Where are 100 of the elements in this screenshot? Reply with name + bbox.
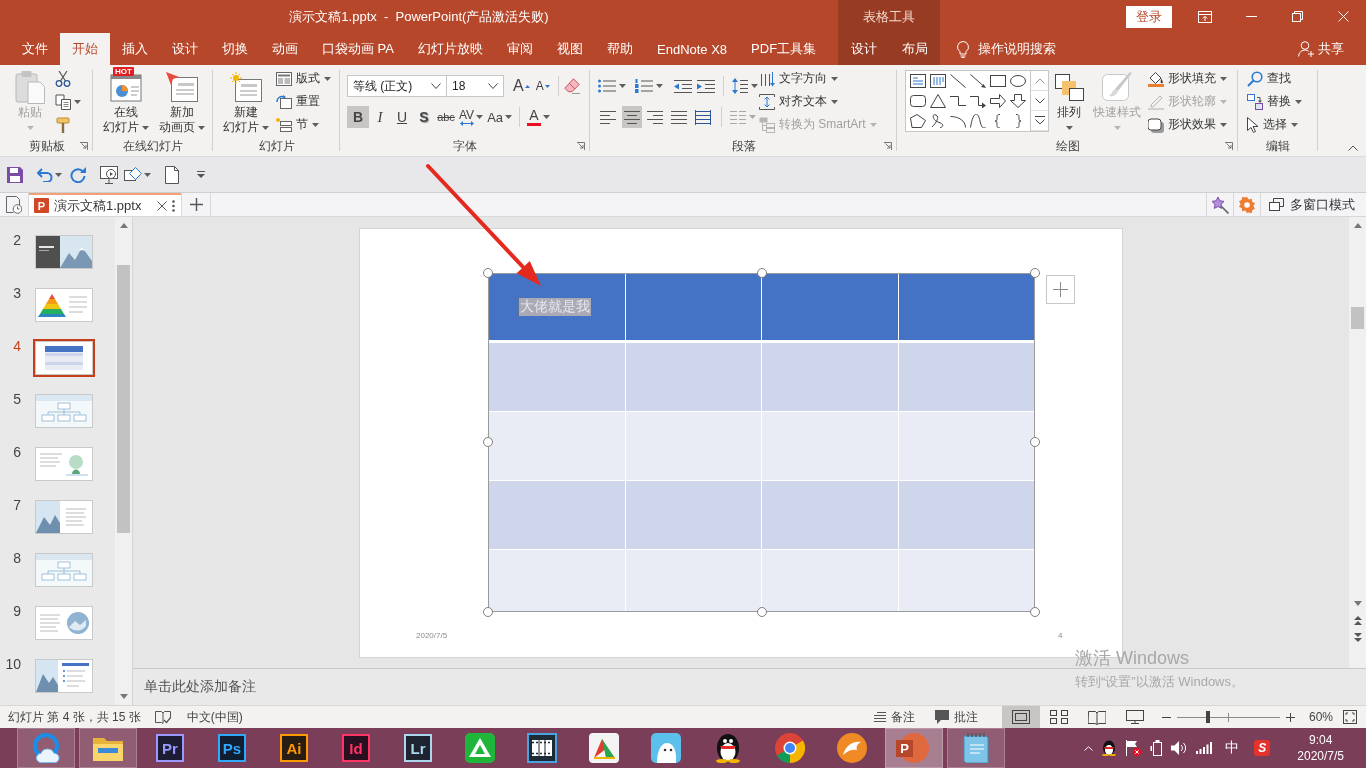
scroll-down-icon[interactable] — [1034, 97, 1045, 104]
reset-button[interactable]: 重置 — [273, 90, 334, 113]
ribbon-tab[interactable]: 布局 — [889, 33, 940, 65]
align-center-button[interactable] — [621, 106, 643, 128]
slide-thumbnail[interactable] — [33, 498, 95, 536]
share-button[interactable]: 共享 — [1298, 33, 1344, 65]
font-size-field[interactable]: 18 — [446, 75, 504, 97]
taskbar-button[interactable]: Lr — [389, 728, 447, 768]
resize-handle[interactable] — [483, 437, 493, 447]
shape-icon[interactable] — [124, 166, 142, 183]
scribble-shape-icon[interactable] — [930, 114, 946, 128]
bullets-icon[interactable] — [598, 79, 616, 93]
resize-handle[interactable] — [1030, 267, 1040, 278]
elbow-connector-icon[interactable] — [950, 94, 966, 108]
rectangle-shape-icon[interactable] — [990, 74, 1006, 88]
taskbar-button[interactable]: P — [885, 728, 943, 768]
scroll-up-icon[interactable] — [119, 223, 128, 228]
text-direction-button[interactable]: 文字方向 — [756, 67, 880, 90]
add-animation-page-button[interactable]: 新加 动画页 — [155, 69, 209, 135]
language-indicator[interactable]: 中文(中国) — [186, 708, 243, 726]
shape-fill-button[interactable]: 形状填充 — [1145, 67, 1230, 90]
freeform-shape-icon[interactable] — [910, 114, 926, 128]
ribbon-tab[interactable]: 口袋动画 PA — [310, 33, 406, 65]
scrollbar-thumb[interactable] — [1351, 307, 1364, 329]
taskbar-button[interactable]: Pr — [141, 728, 199, 768]
select-button[interactable]: 选择 — [1244, 113, 1305, 136]
triangle-shape-icon[interactable] — [930, 94, 946, 108]
font-family-field[interactable]: 等线 (正文) — [347, 75, 447, 97]
zoom-in-icon[interactable] — [1285, 712, 1295, 722]
history-icon[interactable] — [6, 195, 22, 214]
grow-font-button[interactable]: A — [510, 75, 533, 97]
layout-button[interactable]: 版式 — [273, 67, 334, 90]
slide-thumbnail[interactable] — [33, 657, 95, 695]
slide-thumbnail[interactable] — [33, 233, 95, 271]
signal-icon[interactable] — [1196, 742, 1213, 754]
ribbon-tab[interactable]: 视图 — [545, 33, 595, 65]
resize-handle[interactable] — [483, 267, 493, 278]
slide-thumbnail[interactable] — [33, 339, 95, 377]
tell-me-search[interactable]: 操作说明搜索 — [957, 33, 1056, 65]
document-tab[interactable]: P 演示文稿1.pptx — [29, 193, 181, 216]
text-box-shape-icon[interactable] — [910, 74, 926, 88]
more-shapes-icon[interactable] — [1034, 116, 1045, 125]
arrange-button[interactable]: 排列 — [1049, 69, 1089, 135]
add-button[interactable] — [1046, 274, 1075, 304]
dialog-launcher-icon[interactable] — [80, 142, 88, 150]
elbow-arrow-icon[interactable] — [970, 94, 986, 108]
dialog-launcher-icon[interactable] — [884, 142, 892, 150]
character-spacing-button[interactable]: AV — [457, 106, 486, 128]
slide-thumbnail[interactable] — [33, 445, 95, 483]
section-button[interactable]: 节 — [273, 113, 334, 136]
chevron-up-icon[interactable] — [1084, 745, 1094, 751]
ribbon-tab[interactable]: 幻灯片放映 — [406, 33, 495, 65]
shrink-font-button[interactable]: A — [532, 75, 553, 97]
slide-thumbnail[interactable] — [33, 286, 95, 324]
ribbon-tab[interactable]: 动画 — [260, 33, 310, 65]
close-icon[interactable] — [157, 200, 167, 211]
new-slide-button[interactable]: 新建 幻灯片 — [219, 69, 273, 135]
add-icon[interactable] — [189, 198, 203, 211]
right-arrow-shape-icon[interactable] — [990, 94, 1006, 108]
italic-button[interactable]: I — [369, 106, 391, 128]
resize-handle[interactable] — [756, 267, 767, 278]
resize-handle[interactable] — [756, 606, 767, 617]
input-method-indicator[interactable]: 中 — [1225, 739, 1240, 757]
line-spacing-icon[interactable] — [732, 78, 748, 94]
curve-shape-icon[interactable] — [970, 114, 986, 128]
redo-icon[interactable] — [70, 166, 86, 183]
fit-to-window-icon[interactable] — [1343, 710, 1357, 724]
save-icon[interactable] — [7, 166, 23, 183]
scroll-up-icon[interactable] — [1034, 77, 1045, 84]
collapse-ribbon-icon[interactable] — [1348, 145, 1358, 151]
paintbrush-icon[interactable] — [55, 116, 71, 133]
numbering-icon[interactable] — [635, 79, 653, 93]
ribbon-tab[interactable]: EndNote X8 — [645, 33, 740, 65]
notes-button[interactable]: 备注 — [869, 706, 919, 728]
vertical-text-box-icon[interactable] — [930, 74, 946, 88]
clock-date[interactable]: 2020/7/5 — [1297, 748, 1344, 764]
undo-icon[interactable] — [37, 167, 53, 182]
resize-handle[interactable] — [1030, 437, 1040, 447]
ribbon-tab[interactable]: 文件 — [10, 33, 60, 65]
battery-icon[interactable] — [1150, 740, 1163, 756]
ribbon-tab[interactable]: 插入 — [110, 33, 160, 65]
slideshow-icon[interactable] — [100, 165, 118, 184]
oval-shape-icon[interactable] — [1010, 74, 1026, 88]
replace-button[interactable]: 替换 — [1244, 90, 1305, 113]
online-slides-button[interactable]: HOT 在线 幻灯片 — [99, 69, 153, 135]
decrease-indent-icon[interactable] — [674, 79, 692, 93]
align-text-button[interactable]: 对齐文本 — [756, 90, 880, 113]
minimize-icon[interactable] — [1245, 16, 1257, 17]
rounded-rectangle-icon[interactable] — [910, 94, 926, 108]
comments-button[interactable]: 批注 — [930, 706, 982, 728]
resize-handle[interactable] — [1030, 606, 1040, 617]
sign-in-button[interactable]: 登录 — [1126, 5, 1172, 28]
copy-icon[interactable] — [55, 93, 71, 110]
ribbon-tab[interactable]: 开始 — [60, 33, 110, 65]
ribbon-tab[interactable]: PDF工具集 — [739, 33, 829, 65]
more-icon[interactable] — [172, 199, 175, 212]
find-button[interactable]: 查找 — [1244, 67, 1305, 90]
strikethrough-button[interactable]: abc — [435, 106, 457, 128]
ribbon-tab[interactable]: 切换 — [210, 33, 260, 65]
ribbon-tab[interactable]: 审阅 — [495, 33, 545, 65]
